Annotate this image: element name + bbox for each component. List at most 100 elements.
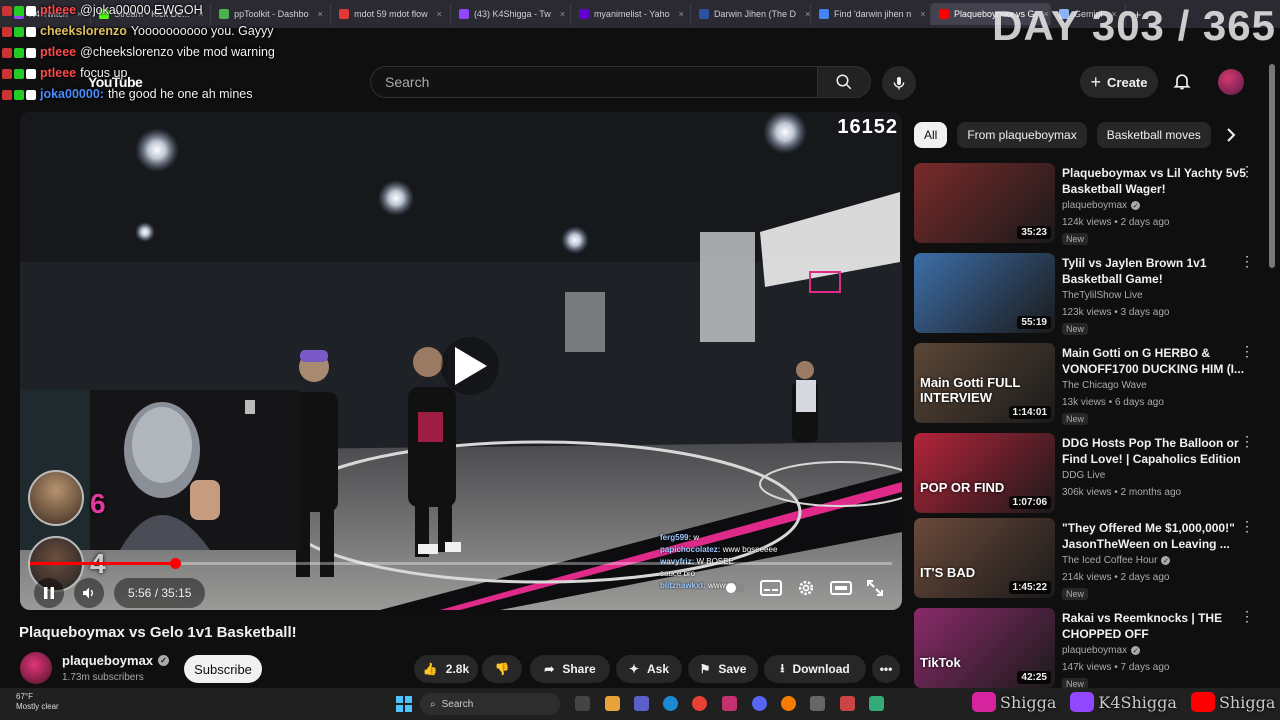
more-vert-icon[interactable]: ⋮ [1240,164,1254,178]
share-button[interactable]: ➦ Share [530,655,610,683]
firefox-icon[interactable] [781,696,796,711]
app-icon-3[interactable] [840,696,855,711]
new-badge: New [1062,233,1089,245]
browser-tab[interactable]: Darwin Jihen (The D × [691,3,811,25]
dislike-button[interactable]: 👎 [482,655,522,683]
file-explorer-icon[interactable] [605,696,620,711]
channel-avatar[interactable] [20,652,52,684]
recommended-title: Main Gotti on G HERBO & VONOFF1700 DUCKI… [1062,346,1245,376]
app-icon[interactable] [722,696,737,711]
more-actions-button[interactable]: ••• [872,655,900,683]
video-thumbnail[interactable]: IT'S BAD 1:45:22 [914,518,1055,598]
search-input[interactable]: Search [370,66,818,98]
progress-bar[interactable] [30,558,892,569]
taskbar-search[interactable]: ⌕ Search [420,693,560,715]
video-thumbnail[interactable]: TikTok 42:25 [914,608,1055,688]
play-button[interactable] [441,337,499,395]
day-counter: DAY 303 / 365 [992,2,1276,49]
recommended-meta: 214k views • 2 days ago [1062,572,1170,583]
close-icon[interactable]: × [679,9,684,19]
recommended-video[interactable]: 35:23 Plaqueboymax vs Lil Yachty 5v5 Bask… [914,163,1264,245]
chrome-icon[interactable] [692,696,707,711]
save-button[interactable]: ⚑ Save [688,655,758,683]
notifications-button[interactable] [1172,70,1192,97]
edge-icon[interactable] [663,696,678,711]
voice-search-button[interactable] [882,66,916,100]
recommended-title: DDG Hosts Pop The Balloon or Find Love! … [1062,436,1241,466]
browser-tab[interactable]: (43) K4Shigga - Tw × [451,3,571,25]
close-icon[interactable]: × [560,9,565,19]
app-icon-2[interactable] [810,696,825,711]
volume-button[interactable] [74,578,104,608]
captions-icon[interactable] [760,580,782,596]
pause-button[interactable] [34,578,64,608]
channel-name: DDG Live [1062,470,1106,481]
filter-chip[interactable]: From plaqueboymax [957,122,1087,148]
progress-scrubber[interactable] [169,558,181,569]
video-duration: 42:25 [1017,671,1051,684]
more-vert-icon[interactable]: ⋮ [1240,519,1254,533]
windows-start-icon[interactable] [396,696,412,712]
chat-username: ptleee [40,3,77,17]
ask-button[interactable]: ✦ Ask [616,655,682,683]
recommended-channel[interactable]: plaqueboymax ✓ [1062,200,1141,211]
recommended-video[interactable]: Main Gotti FULL INTERVIEW 1:14:01 Main Got… [914,343,1264,425]
app-icon-4[interactable] [869,696,884,711]
settings-gear-icon[interactable] [796,578,816,598]
recommended-video[interactable]: 55:19 Tylil vs Jaylen Brown 1v1 Basketbal… [914,253,1264,335]
filter-chip[interactable]: All [914,122,948,148]
chevron-right-icon[interactable] [1224,127,1238,143]
recommended-video[interactable]: POP OR FIND 1:07:06 DDG Hosts Pop The Ball… [914,433,1264,515]
fullscreen-icon[interactable] [866,579,884,597]
recommended-channel[interactable]: The Iced Coffee Hour ✓ [1062,555,1171,566]
recommended-channel[interactable]: TheTylilShow Live [1062,290,1143,301]
recommended-video[interactable]: TikTok 42:25 Rakai vs Reemknocks | THE CHO… [914,608,1264,690]
more-vert-icon[interactable]: ⋮ [1240,609,1254,623]
theater-mode-icon[interactable] [830,580,852,596]
social-handle: Shigga [1218,692,1276,712]
chat-message: cheekslorenzo Yoooooooooo you. Gayyy [0,21,420,42]
browser-tab[interactable]: Find 'darwin jihen n × [811,3,931,25]
autoplay-toggle-icon[interactable] [724,580,746,596]
video-duration: 1:07:06 [1008,496,1051,509]
video-thumbnail[interactable]: Main Gotti FULL INTERVIEW 1:14:01 [914,343,1055,423]
more-vert-icon[interactable]: ⋮ [1240,344,1254,358]
scrollbar[interactable] [1269,64,1275,268]
verified-icon: ✓ [158,655,170,666]
video-thumbnail[interactable]: POP OR FIND 1:07:06 [914,433,1055,513]
close-icon[interactable]: × [437,9,442,19]
like-button[interactable]: 👍 2.8k [414,655,478,683]
recommended-channel[interactable]: The Chicago Wave [1062,380,1147,391]
taskbar-search-label: Search [441,698,474,710]
more-vert-icon[interactable]: ⋮ [1240,254,1254,268]
teams-icon[interactable] [634,696,649,711]
task-view-icon[interactable] [575,696,590,711]
browser-tab[interactable]: myanimelist - Yaho × [571,3,691,25]
recommended-meta: 306k views • 2 months ago [1062,487,1182,498]
more-vert-icon[interactable]: ⋮ [1240,434,1254,448]
download-label: Download [792,662,850,676]
video-thumbnail[interactable]: 35:23 [914,163,1055,243]
filter-chip[interactable]: Basketball moves [1096,122,1211,148]
social-icon [1070,692,1095,712]
thumbs-down-icon: 👎 [494,662,510,676]
search-button[interactable] [817,66,871,98]
close-icon[interactable]: × [805,9,810,19]
discord-icon[interactable] [752,696,767,711]
search-icon: ⌕ [430,698,436,710]
subscribe-button[interactable]: Subscribe [184,655,262,683]
weather-widget[interactable]: 67°F Mostly clear [16,692,59,712]
account-avatar[interactable] [1218,69,1244,95]
create-button[interactable]: + Create [1080,66,1158,98]
download-button[interactable]: ⭳ Download [764,655,866,683]
close-icon[interactable]: × [920,9,925,19]
video-thumbnail[interactable]: 55:19 [914,253,1055,333]
recommended-channel[interactable]: plaqueboymax ✓ [1062,645,1141,656]
more-icon: ••• [879,662,893,676]
save-label: Save [718,662,747,676]
channel-name[interactable]: plaqueboymax ✓ [62,653,170,668]
recommended-channel[interactable]: DDG Live [1062,470,1105,481]
recommended-video[interactable]: IT'S BAD 1:45:22 "They Offered Me $1,000,0… [914,518,1264,600]
player-controls-right [724,578,884,598]
video-player[interactable]: 16152 6 4 ferg599: wpapichocolatez: www … [20,112,902,610]
